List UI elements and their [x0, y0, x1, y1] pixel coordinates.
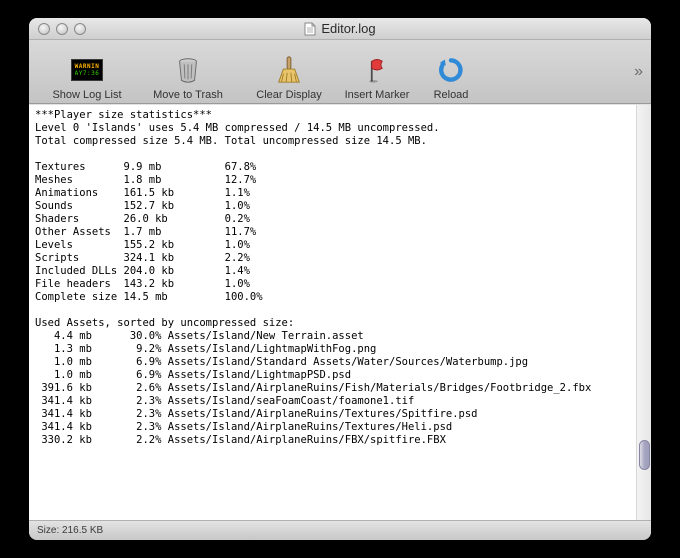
toolbar-label: Insert Marker	[345, 89, 410, 101]
log-content-area: ***Player size statistics*** Level 0 'Is…	[29, 104, 651, 520]
broom-icon	[273, 54, 305, 86]
log-text[interactable]: ***Player size statistics*** Level 0 'Is…	[29, 105, 651, 451]
zoom-button[interactable]	[74, 23, 86, 35]
close-button[interactable]	[38, 23, 50, 35]
window-title: Editor.log	[29, 21, 651, 36]
minimize-button[interactable]	[56, 23, 68, 35]
show-log-list-button[interactable]: WARNINAY7:36 Show Log List	[41, 43, 133, 101]
toolbar-label: Move to Trash	[153, 89, 223, 101]
move-to-trash-button[interactable]: Move to Trash	[133, 43, 243, 101]
toolbar: WARNINAY7:36 Show Log List Move to Trash	[29, 40, 651, 104]
clear-display-button[interactable]: Clear Display	[243, 43, 335, 101]
toolbar-overflow-icon[interactable]: »	[634, 63, 643, 81]
window-controls	[29, 23, 86, 35]
statusbar: Size: 216.5 KB	[29, 520, 651, 540]
flag-icon	[361, 54, 393, 86]
toolbar-label: Clear Display	[256, 89, 321, 101]
status-size-label: Size: 216.5 KB	[37, 525, 103, 536]
trash-icon	[172, 54, 204, 86]
titlebar[interactable]: Editor.log	[29, 18, 651, 40]
scroll-thumb[interactable]	[639, 440, 650, 470]
toolbar-label: Show Log List	[52, 89, 121, 101]
vertical-scrollbar[interactable]	[636, 105, 651, 520]
app-window: Editor.log WARNINAY7:36 Show Log List Mo…	[29, 18, 651, 540]
document-icon	[304, 22, 316, 36]
insert-marker-button[interactable]: Insert Marker	[335, 43, 419, 101]
toolbar-label: Reload	[434, 89, 469, 101]
warning-log-icon: WARNINAY7:36	[71, 54, 103, 86]
reload-icon	[435, 54, 467, 86]
reload-button[interactable]: Reload	[419, 43, 483, 101]
window-title-text: Editor.log	[321, 21, 375, 36]
